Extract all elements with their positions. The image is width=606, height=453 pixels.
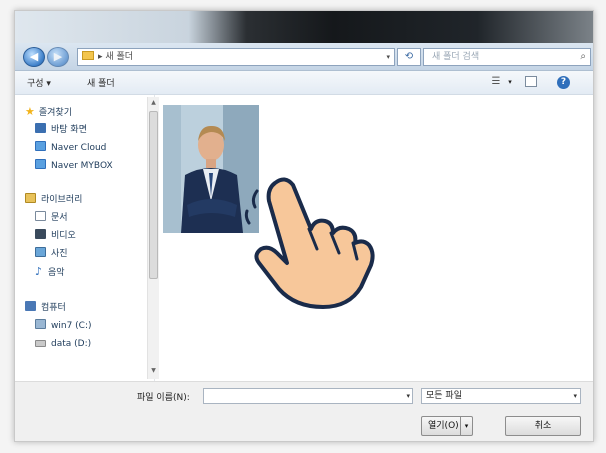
filename-label: 파일 이름(N): bbox=[137, 393, 190, 403]
sidebar-favorites-header[interactable]: ★ 즐겨찾기 bbox=[25, 105, 72, 119]
search-placeholder: 새 폴더 검색 bbox=[432, 52, 480, 62]
open-split-dropdown-icon[interactable]: ▾ bbox=[460, 417, 472, 435]
scroll-down-icon[interactable]: ▼ bbox=[148, 367, 159, 377]
sidebar-item-documents[interactable]: 문서 bbox=[35, 211, 68, 225]
desktop-icon bbox=[35, 123, 46, 133]
chevron-down-icon[interactable]: ▾ bbox=[503, 76, 517, 88]
star-icon: ★ bbox=[25, 105, 35, 118]
open-button[interactable]: 열기(O) ▾ bbox=[421, 416, 473, 436]
filetype-value: 모든 파일 bbox=[426, 391, 462, 401]
sidebar-item-drive-d[interactable]: data (D:) bbox=[35, 337, 91, 351]
music-icon: ♪ bbox=[35, 265, 43, 278]
drive-icon bbox=[35, 319, 46, 329]
cloud-folder-icon bbox=[35, 159, 46, 169]
new-folder-button[interactable]: 새 폴더 bbox=[87, 76, 115, 89]
sidebar-libraries-header[interactable]: 라이브러리 bbox=[25, 193, 82, 207]
picture-icon bbox=[35, 247, 46, 257]
chevron-down-icon[interactable]: ▾ bbox=[406, 389, 410, 403]
pointing-hand-icon bbox=[244, 177, 375, 309]
dialog-footer: 파일 이름(N): ▾ 모든 파일 ▾ 열기(O) ▾ 취소 bbox=[15, 381, 593, 441]
sidebar-item-desktop[interactable]: 바탕 화면 bbox=[35, 123, 87, 137]
help-icon[interactable]: ? bbox=[557, 76, 570, 89]
back-button[interactable]: ◀ bbox=[23, 47, 45, 67]
scrollbar-thumb[interactable] bbox=[149, 111, 158, 279]
sidebar-item-music[interactable]: ♪ 음악 bbox=[35, 265, 65, 279]
file-open-dialog: ◀ ▶ ▸ 새 폴더 ▾ ⟲ 새 폴더 검색 ⌕ 구성 ▾ 새 폴더 ☰ ▾ ?… bbox=[14, 10, 594, 442]
search-icon: ⌕ bbox=[580, 51, 586, 62]
library-icon bbox=[25, 193, 36, 203]
sidebar-item-videos[interactable]: 비디오 bbox=[35, 229, 76, 243]
video-icon bbox=[35, 229, 46, 239]
sidebar-item-naver-cloud[interactable]: Naver Cloud bbox=[35, 141, 106, 155]
document-icon bbox=[35, 211, 46, 221]
title-bar bbox=[15, 11, 593, 43]
breadcrumb-path: ▸ 새 폴더 bbox=[98, 52, 134, 62]
forward-button[interactable]: ▶ bbox=[47, 47, 69, 67]
command-toolbar: 구성 ▾ 새 폴더 ☰ ▾ ? bbox=[15, 71, 593, 95]
navigation-pane: ★ 즐겨찾기 바탕 화면 Naver Cloud Naver MYBOX 라이브러… bbox=[15, 95, 155, 381]
sidebar-scrollbar[interactable]: ▲ ▼ bbox=[147, 97, 159, 379]
sidebar-item-drive-c[interactable]: win7 (C:) bbox=[35, 319, 92, 333]
breadcrumb[interactable]: ▸ 새 폴더 ▾ bbox=[77, 48, 395, 66]
filename-field[interactable]: ▾ bbox=[203, 388, 413, 404]
search-input[interactable]: 새 폴더 검색 ⌕ bbox=[423, 48, 591, 66]
cloud-folder-icon bbox=[35, 141, 46, 151]
computer-icon bbox=[25, 301, 36, 311]
sidebar-computer-header[interactable]: 컴퓨터 bbox=[25, 301, 66, 315]
refresh-button[interactable]: ⟲ bbox=[397, 48, 421, 66]
cancel-button[interactable]: 취소 bbox=[505, 416, 581, 436]
chevron-down-icon[interactable]: ▾ bbox=[386, 49, 390, 65]
preview-pane-icon[interactable] bbox=[525, 76, 537, 87]
scroll-up-icon[interactable]: ▲ bbox=[148, 99, 159, 109]
address-bar-row: ◀ ▶ ▸ 새 폴더 ▾ ⟲ 새 폴더 검색 ⌕ bbox=[15, 43, 593, 71]
sidebar-item-naver-mybox[interactable]: Naver MYBOX bbox=[35, 159, 113, 173]
drive-icon bbox=[35, 340, 46, 347]
organize-button[interactable]: 구성 ▾ bbox=[27, 76, 51, 89]
folder-icon bbox=[82, 51, 94, 60]
sidebar-item-pictures[interactable]: 사진 bbox=[35, 247, 68, 261]
view-options-icon[interactable]: ☰ bbox=[489, 76, 503, 88]
chevron-down-icon[interactable]: ▾ bbox=[573, 389, 577, 403]
filetype-select[interactable]: 모든 파일 ▾ bbox=[421, 388, 581, 404]
